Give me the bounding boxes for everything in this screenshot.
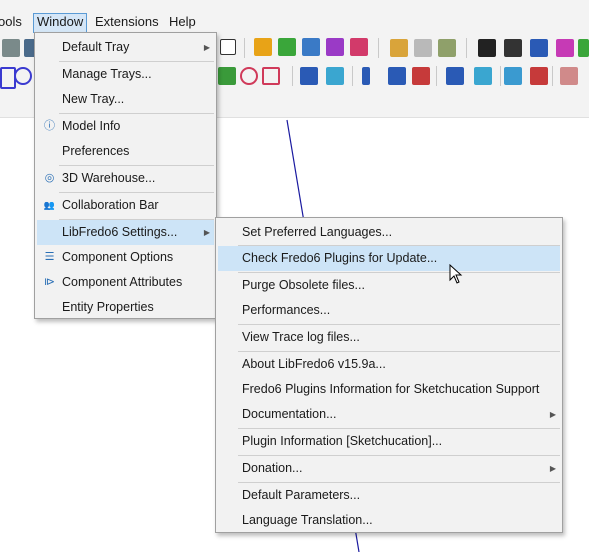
users-icon: 👥	[43, 200, 56, 210]
submenu-item-check-for-update[interactable]: Check Fredo6 Plugins for Update...	[218, 246, 560, 271]
menu-item-default-tray[interactable]: Default Tray ▶	[37, 35, 214, 60]
toolbar-icon[interactable]	[530, 67, 548, 85]
window-menu: Default Tray ▶ Manage Trays... New Tray.…	[34, 32, 217, 319]
toolbar-icon[interactable]	[438, 39, 456, 57]
menu-item-label: Fredo6 Plugins Information for Sketchuca…	[242, 382, 540, 396]
submenu-arrow-icon: ▶	[203, 43, 210, 52]
menu-item-label: Set Preferred Languages...	[242, 225, 393, 239]
toolbar-icon[interactable]	[478, 39, 496, 57]
menu-item-new-tray[interactable]: New Tray...	[37, 87, 214, 112]
toolbar-icon[interactable]	[302, 38, 320, 56]
toolbar-icon[interactable]	[262, 67, 280, 85]
menubar-extensions[interactable]: Extensions	[91, 13, 163, 31]
menu-item-entity-properties[interactable]: Entity Properties	[37, 295, 214, 320]
submenu-item-performances[interactable]: Performances...	[218, 298, 560, 323]
component-options-icon: ☰	[44, 251, 55, 263]
submenu-item-default-parameters[interactable]: Default Parameters...	[218, 483, 560, 508]
toolbar-icon[interactable]	[240, 67, 258, 85]
toolbar-icon[interactable]	[414, 39, 432, 57]
submenu-arrow-icon: ▶	[203, 228, 210, 237]
menu-item-label: About LibFredo6 v15.9a...	[242, 357, 386, 371]
menu-item-libfredo6-settings[interactable]: LibFredo6 Settings... ▶	[37, 220, 214, 245]
toolbar-icon[interactable]	[504, 67, 522, 85]
menu-item-label: View Trace log files...	[242, 330, 360, 344]
menu-item-label: Plugin Information [Sketchucation]...	[242, 434, 443, 448]
menubar-help[interactable]: Help	[165, 13, 200, 31]
menu-item-label: Default Parameters...	[242, 488, 361, 502]
submenu-arrow-icon: ▶	[549, 410, 556, 419]
toolbar-icon[interactable]	[446, 67, 464, 85]
submenu-item-plugin-information-sketchucation[interactable]: Plugin Information [Sketchucation]...	[218, 429, 560, 454]
mouse-cursor-icon	[449, 264, 463, 284]
menu-item-3d-warehouse[interactable]: ◎ 3D Warehouse...	[37, 166, 214, 191]
submenu-item-set-preferred-languages[interactable]: Set Preferred Languages...	[218, 220, 560, 245]
libfredo6-settings-submenu: Set Preferred Languages... Check Fredo6 …	[215, 217, 563, 533]
submenu-item-documentation[interactable]: Documentation... ▶	[218, 402, 560, 427]
toolbar-icon[interactable]	[350, 38, 368, 56]
menubar-tools[interactable]: ools	[0, 13, 26, 31]
submenu-item-donation[interactable]: Donation... ▶	[218, 456, 560, 481]
toolbar-icon[interactable]	[388, 67, 406, 85]
toolbar-icon[interactable]	[474, 67, 492, 85]
toolbar-icon[interactable]	[326, 67, 344, 85]
toolbar-icon[interactable]	[14, 67, 32, 85]
toolbar-icon[interactable]	[390, 39, 408, 57]
submenu-item-about-libfredo6[interactable]: About LibFredo6 v15.9a...	[218, 352, 560, 377]
submenu-item-view-trace-log[interactable]: View Trace log files...	[218, 325, 560, 350]
menu-item-label: Entity Properties	[62, 300, 154, 314]
submenu-item-language-translation[interactable]: Language Translation...	[218, 508, 560, 533]
toolbar-icon[interactable]	[504, 39, 522, 57]
submenu-arrow-icon: ▶	[549, 464, 556, 473]
menu-item-label: Language Translation...	[242, 513, 373, 527]
menu-item-label: Preferences	[62, 144, 130, 158]
submenu-item-purge-obsolete[interactable]: Purge Obsolete files...	[218, 273, 560, 298]
toolbar-icon[interactable]	[412, 67, 430, 85]
toolbar-icon[interactable]	[2, 39, 20, 57]
component-attributes-icon: ⧐	[44, 276, 55, 288]
toolbar-icon[interactable]	[362, 67, 370, 85]
menu-item-label: Collaboration Bar	[62, 198, 159, 212]
menu-item-label: Documentation...	[242, 407, 337, 421]
menu-item-label: LibFredo6 Settings...	[62, 225, 178, 239]
menu-item-component-options[interactable]: ☰ Component Options	[37, 245, 214, 270]
toolbar-icon[interactable]	[530, 39, 548, 57]
menu-item-label: New Tray...	[62, 92, 125, 106]
submenu-item-plugins-information[interactable]: Fredo6 Plugins Information for Sketchuca…	[218, 377, 560, 402]
menubar-window[interactable]: Window	[33, 13, 88, 33]
menu-item-label: Purge Obsolete files...	[242, 278, 365, 292]
toolbar-icon[interactable]	[560, 67, 578, 85]
menu-item-label: Check Fredo6 Plugins for Update...	[242, 251, 438, 265]
toolbar-icon[interactable]	[218, 67, 236, 85]
menu-item-label: Donation...	[242, 461, 303, 475]
menu-item-preferences[interactable]: Preferences	[37, 139, 214, 164]
menu-item-collaboration-bar[interactable]: 👥 Collaboration Bar	[37, 193, 214, 218]
menu-item-label: Default Tray	[62, 40, 130, 54]
menu-item-component-attributes[interactable]: ⧐ Component Attributes	[37, 270, 214, 295]
toolbar-icon[interactable]	[578, 39, 589, 57]
menu-item-label: Performances...	[242, 303, 331, 317]
toolbar-icon[interactable]	[556, 39, 574, 57]
toolbar-icon[interactable]	[254, 38, 272, 56]
menu-item-label: 3D Warehouse...	[62, 171, 156, 185]
menu-item-model-info[interactable]: ⓘ Model Info	[37, 114, 214, 139]
toolbar-icon[interactable]	[326, 38, 344, 56]
toolbar-icon[interactable]	[300, 67, 318, 85]
info-icon: ⓘ	[44, 120, 55, 132]
menu-item-label: Manage Trays...	[62, 67, 152, 81]
menu-bar: ools Window Extensions Help	[0, 0, 589, 34]
menu-item-manage-trays[interactable]: Manage Trays...	[37, 62, 214, 87]
menu-item-label: Component Options	[62, 250, 174, 264]
toolbar-icon[interactable]	[278, 38, 296, 56]
toolbar-icon[interactable]	[220, 39, 236, 55]
warehouse-icon: ◎	[44, 172, 55, 184]
menu-item-label: Model Info	[62, 119, 121, 133]
menu-item-label: Component Attributes	[62, 275, 183, 289]
